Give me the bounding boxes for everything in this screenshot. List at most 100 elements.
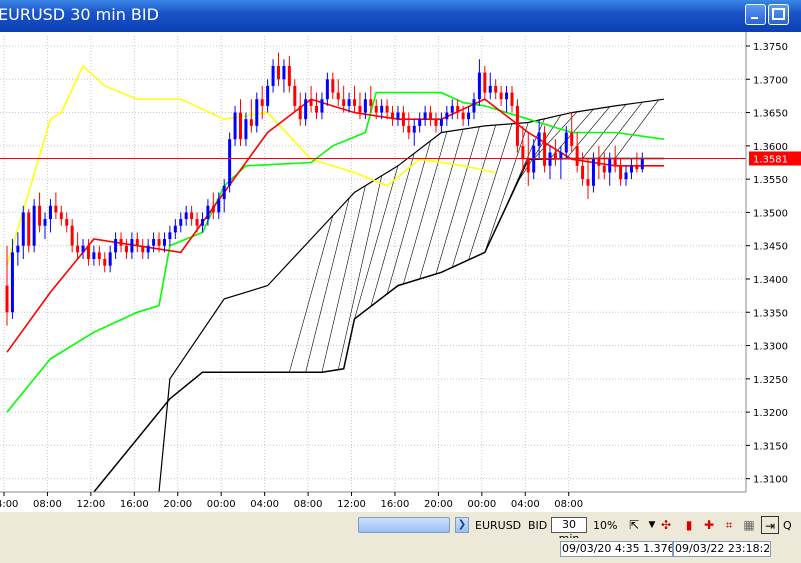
time-tick-label: 12:00: [76, 499, 105, 510]
candle-body: [162, 239, 166, 246]
time-tick-label: 20:00: [163, 499, 192, 510]
time-tick-label: 08:00: [554, 499, 583, 510]
candle-body: [472, 99, 476, 113]
candle-body: [130, 239, 134, 253]
maximize-button[interactable]: [768, 4, 789, 25]
time-tick-label: 20:00: [424, 499, 453, 510]
candle-body: [526, 159, 530, 173]
candle-body: [423, 112, 427, 120]
price-tick-label: 1.3150: [753, 441, 788, 452]
candle-body: [233, 112, 237, 140]
candle-body: [325, 79, 329, 100]
time-tick-label: 04:00: [0, 499, 18, 510]
candle-body: [48, 205, 52, 220]
candle-body: [515, 105, 519, 146]
price-type-label[interactable]: BID: [528, 519, 547, 532]
candle-body: [65, 219, 69, 226]
candle-body: [81, 245, 85, 253]
candle-body: [43, 219, 47, 226]
price-tick-label: 1.3100: [753, 475, 788, 486]
candle-body: [108, 252, 112, 266]
candle-body: [32, 205, 36, 246]
q-button[interactable]: Q: [783, 519, 792, 532]
candle-body: [114, 239, 118, 253]
candle-body: [260, 99, 264, 106]
candle-body: [445, 112, 449, 120]
candle-body: [38, 205, 42, 226]
candle-body: [363, 99, 367, 113]
candle-body: [200, 219, 204, 226]
candle-body: [54, 205, 58, 213]
price-tick-label: 1.3700: [753, 75, 788, 86]
candle-body: [249, 119, 253, 126]
cursor-icon[interactable]: ⇱: [625, 516, 643, 534]
candle-body: [429, 112, 433, 120]
grid-icon[interactable]: ⌗: [720, 516, 738, 534]
candle-body: [369, 99, 373, 106]
candle-body: [211, 205, 215, 213]
crosshair-icon[interactable]: ✣: [657, 516, 675, 534]
candle-body: [184, 212, 188, 220]
candle-body: [336, 92, 340, 100]
candle-body: [119, 239, 123, 246]
candle-icon[interactable]: ▮: [680, 516, 698, 534]
price-tick-label: 1.3400: [753, 275, 788, 286]
candle-body: [499, 92, 503, 100]
candle-body: [619, 165, 623, 180]
candle-body: [581, 165, 585, 180]
candle-body: [70, 225, 74, 246]
time-tick-label: 08:00: [294, 499, 323, 510]
candle-body: [608, 159, 612, 173]
candle-body: [407, 125, 411, 133]
candle-body: [255, 99, 259, 126]
candle-body: [195, 219, 199, 226]
candle-body: [532, 145, 536, 173]
cross-icon[interactable]: ✚: [700, 516, 718, 534]
candle-body: [380, 105, 384, 113]
title-bar: EURUSD 30 min BID: [0, 0, 801, 32]
candle-body: [266, 85, 270, 106]
candle-body: [537, 132, 541, 146]
candle-body: [586, 179, 590, 186]
candle-body: [635, 165, 639, 170]
candle-body: [494, 85, 498, 93]
candle-body: [103, 259, 107, 266]
price-tick-label: 1.3500: [753, 208, 788, 219]
scroll-thumb[interactable]: [358, 517, 450, 533]
time-tick-label: 00:00: [207, 499, 236, 510]
maximize-icon: [772, 8, 785, 20]
candle-body: [287, 65, 291, 86]
candle-body: [293, 85, 297, 106]
last-price-label: 1.3581: [753, 154, 788, 165]
candle-body: [97, 252, 101, 260]
candle-body: [76, 245, 80, 253]
zoom-level[interactable]: 10%: [593, 519, 617, 532]
candle-body: [391, 112, 395, 120]
kumo-hatch: [386, 140, 431, 295]
candle-body: [640, 158, 644, 170]
candle-body: [575, 145, 579, 166]
candle-body: [304, 99, 308, 120]
price-chart[interactable]: 1.3750 1.3700 1.3650 1.3600 1.3550 1.3500 1.34…: [0, 32, 801, 512]
price-tick-label: 1.3300: [753, 342, 788, 353]
minimize-button[interactable]: [745, 4, 766, 25]
scroll-right-icon[interactable]: ❯: [455, 517, 469, 533]
candle-body: [157, 239, 161, 246]
candle-body: [190, 212, 194, 220]
candle-body: [456, 105, 460, 113]
senkou-b-line: [93, 157, 664, 493]
candle-body: [27, 212, 31, 246]
window-title: EURUSD 30 min BID: [0, 5, 159, 24]
candle-body: [238, 112, 242, 140]
symbol-label[interactable]: EURUSD: [475, 519, 521, 532]
kumo-hatch: [305, 198, 350, 373]
candle-body: [548, 152, 552, 166]
candle-body: [412, 125, 416, 133]
candle-body: [629, 165, 633, 173]
time-tick-label: 04:00: [511, 499, 540, 510]
candle-body: [483, 72, 487, 93]
timeframe-selector[interactable]: 30 min: [551, 517, 587, 545]
candle-body: [320, 99, 324, 113]
columns-icon[interactable]: ▦: [740, 516, 758, 534]
scroll-end-icon[interactable]: ⇥: [761, 516, 779, 534]
